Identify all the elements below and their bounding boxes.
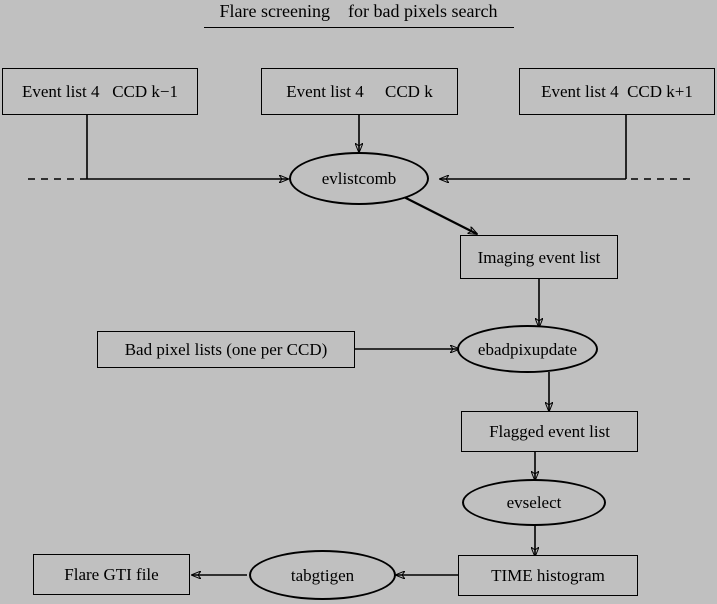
edge-evlistcomb-to-imaging-event-list	[397, 193, 477, 234]
node-evlistcomb[interactable]: evlistcomb	[289, 152, 429, 205]
title-underline	[204, 27, 514, 28]
node-time-histogram[interactable]: TIME histogram	[458, 555, 638, 596]
node-event-list-ccd-k-plus-1[interactable]: Event list 4 CCD k+1	[519, 68, 715, 115]
node-bad-pixel-lists[interactable]: Bad pixel lists (one per CCD)	[97, 331, 355, 368]
node-flare-gti-file[interactable]: Flare GTI file	[33, 554, 190, 595]
flowchart-canvas: Flare screening for bad pixels search Ev…	[0, 0, 717, 604]
page-title: Flare screening for bad pixels search	[219, 1, 498, 21]
node-event-list-ccd-k[interactable]: Event list 4 CCD k	[261, 68, 458, 115]
node-imaging-event-list[interactable]: Imaging event list	[460, 235, 618, 279]
node-flagged-event-list[interactable]: Flagged event list	[461, 411, 638, 452]
node-event-list-ccd-k-minus-1[interactable]: Event list 4 CCD k−1	[2, 68, 198, 115]
node-ebadpixupdate[interactable]: ebadpixupdate	[457, 325, 598, 373]
node-tabgtigen[interactable]: tabgtigen	[249, 550, 396, 600]
node-evselect[interactable]: evselect	[462, 479, 606, 526]
